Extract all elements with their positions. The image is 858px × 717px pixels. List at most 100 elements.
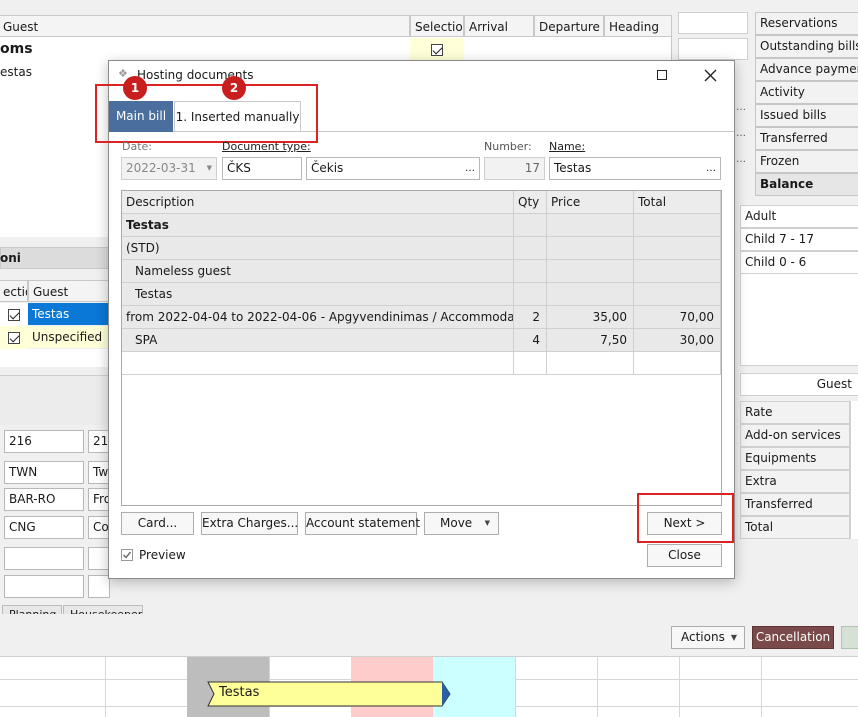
grid-col-price[interactable]: Price xyxy=(547,191,634,214)
rate-code-field-2[interactable]: Fro xyxy=(88,488,110,511)
sub-row-1-checkbox[interactable] xyxy=(0,303,28,326)
cancellation-button[interactable]: Cancellation xyxy=(752,626,834,649)
grid-cell-desc: (STD) xyxy=(122,237,514,260)
ellipsis-icon[interactable]: … xyxy=(706,158,716,179)
move-dropdown[interactable]: Move ▼ xyxy=(424,512,499,535)
room-number-field[interactable]: 216 xyxy=(4,430,84,453)
grid-col-qty[interactable]: Qty xyxy=(514,191,547,214)
grid-cell-desc xyxy=(122,352,514,375)
grid-cell-total xyxy=(634,260,721,283)
doctype-label: Document type: xyxy=(222,140,311,153)
grid-cell-qty xyxy=(514,260,547,283)
sub-row-2-checkbox[interactable] xyxy=(0,326,28,349)
account-statement-button[interactable]: Account statement xyxy=(305,512,420,535)
grid-cell-price xyxy=(547,214,634,237)
col-selection-header[interactable]: Selection xyxy=(410,15,464,37)
grid-row[interactable]: Nameless guest xyxy=(122,260,721,283)
section-label: oni xyxy=(0,251,21,265)
grid-cell-price xyxy=(547,260,634,283)
guest-row-name[interactable]: estas xyxy=(0,61,116,83)
chevron-down-icon: ▼ xyxy=(730,633,737,642)
sub-col-selection-header[interactable]: ection xyxy=(0,280,28,302)
grid-header-row: Description Qty Price Total xyxy=(122,191,721,214)
advance-payment-button[interactable]: Advance payment xyxy=(755,58,858,81)
card-button[interactable]: Card... xyxy=(121,512,194,535)
extra-charges-button[interactable]: Extra Charges... xyxy=(201,512,298,535)
chevron-down-icon: ▼ xyxy=(484,519,490,527)
preview-checkbox[interactable] xyxy=(121,549,133,561)
col-departure-header[interactable]: Departure xyxy=(534,15,604,37)
close-button[interactable]: Close xyxy=(647,544,722,567)
grid-cell-qty: 4 xyxy=(514,329,547,352)
summary-addon-services: Add-on services xyxy=(740,424,850,447)
extra-action-button[interactable] xyxy=(841,626,858,649)
doctype-name-value: Čekis xyxy=(311,161,344,175)
guest-summary-header: Guest xyxy=(740,373,858,396)
actions-dropdown[interactable]: Actions ▼ xyxy=(671,626,745,649)
reservations-button[interactable]: Reservations xyxy=(755,12,858,35)
ellipsis-icon[interactable]: … xyxy=(465,158,475,179)
doctype-code-field[interactable]: ČKS xyxy=(222,157,302,180)
empty-field-1[interactable] xyxy=(4,547,84,570)
date-field[interactable]: 2022-03-31 ▼ xyxy=(121,157,217,180)
rate-code-field[interactable]: BAR-RO xyxy=(4,488,84,511)
guest-summary-label: Guest xyxy=(816,377,852,391)
grid-cell-desc: Testas xyxy=(122,214,514,237)
grid-cell-total: 70,00 xyxy=(634,306,721,329)
col-guest-header[interactable]: Guest xyxy=(0,15,410,37)
rooms-selection-checkbox[interactable] xyxy=(410,38,464,60)
grid-cell-total xyxy=(634,237,721,260)
annotation-badge-2: 2 xyxy=(222,76,246,100)
col-arrival-header[interactable]: Arrival xyxy=(464,15,534,37)
transferred-button[interactable]: Transferred xyxy=(755,127,858,150)
grid-col-total[interactable]: Total xyxy=(634,191,721,214)
company-field-2[interactable]: Co xyxy=(88,516,110,539)
child-7-17-count: Child 7 - 17 xyxy=(740,228,858,251)
room-type-field[interactable]: TWN xyxy=(4,461,84,484)
empty-field-2[interactable] xyxy=(4,575,84,598)
right-field-2[interactable] xyxy=(678,38,748,60)
grid-row[interactable]: Testas xyxy=(122,283,721,306)
grid-col-description[interactable]: Description xyxy=(122,191,514,214)
date-label: Date: xyxy=(122,140,152,153)
name-field: Testas … xyxy=(549,157,721,180)
room-type-field-2[interactable]: Tw xyxy=(88,461,110,484)
maximize-icon[interactable] xyxy=(655,68,669,82)
grid-cell-price xyxy=(547,237,634,260)
grid-row[interactable] xyxy=(122,352,721,375)
grid-cell-price: 35,00 xyxy=(547,306,634,329)
summary-total: Total xyxy=(740,516,850,539)
move-label: Move xyxy=(440,516,473,530)
preview-label: Preview xyxy=(139,548,186,562)
number-field: 17 xyxy=(484,157,545,180)
frozen-button[interactable]: Frozen xyxy=(755,150,858,173)
room-number-field-2[interactable]: 21 xyxy=(88,430,110,453)
col-heading-header[interactable]: Heading xyxy=(604,15,672,37)
outstanding-bills-button[interactable]: Outstanding bills xyxy=(755,35,858,58)
sub-row-1-guest[interactable]: Testas xyxy=(28,303,116,325)
issued-bills-button[interactable]: Issued bills xyxy=(755,104,858,127)
sub-row-2-guest[interactable]: Unspecified xyxy=(28,326,116,348)
balance-button[interactable]: Balance xyxy=(755,173,858,196)
planning-col-line-1 xyxy=(105,657,106,717)
company-field[interactable]: CNG xyxy=(4,516,84,539)
grid-row[interactable]: Testas xyxy=(122,214,721,237)
empty-field-2b[interactable] xyxy=(88,575,110,598)
right-ellipsis-group[interactable]: ……… xyxy=(735,95,747,175)
grid-row[interactable]: (STD) xyxy=(122,237,721,260)
grid-cell-desc: from 2022-04-04 to 2022-04-06 - Apgyvend… xyxy=(122,306,514,329)
sub-col-guest-header[interactable]: Guest xyxy=(28,280,116,302)
close-icon[interactable] xyxy=(704,69,717,82)
activity-button[interactable]: Activity xyxy=(755,81,858,104)
right-field-1[interactable] xyxy=(678,12,748,34)
empty-field-1b[interactable] xyxy=(88,547,110,570)
check-icon xyxy=(123,551,132,559)
tab-strip-mask xyxy=(0,614,750,626)
grid-cell-total xyxy=(634,283,721,306)
grid-row[interactable]: SPA 4 7,50 30,00 xyxy=(122,329,721,352)
planning-col-line-4 xyxy=(597,657,598,717)
grid-cell-qty xyxy=(514,214,547,237)
grid-cell-price xyxy=(547,352,634,375)
grid-row[interactable]: from 2022-04-04 to 2022-04-06 - Apgyvend… xyxy=(122,306,721,329)
name-value: Testas xyxy=(554,161,592,175)
